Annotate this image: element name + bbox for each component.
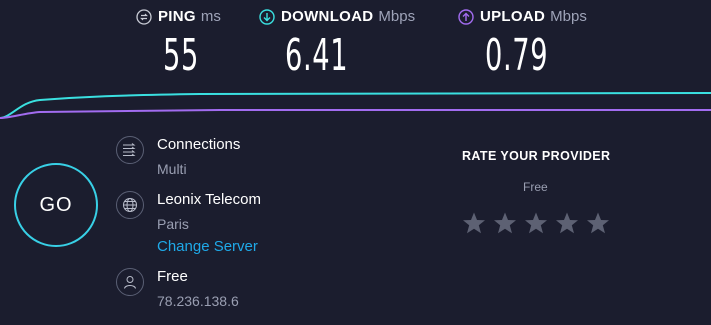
server-location: Paris bbox=[157, 216, 189, 232]
download-header: DOWNLOAD Mbps bbox=[259, 8, 415, 25]
ping-label: PING bbox=[158, 8, 196, 25]
star-icon-3[interactable] bbox=[524, 211, 548, 235]
download-icon bbox=[259, 8, 275, 25]
connections-value: Multi bbox=[157, 161, 187, 177]
upload-header: UPLOAD Mbps bbox=[458, 8, 587, 25]
ip-address: 78.236.138.6 bbox=[157, 293, 239, 309]
connections-title: Connections bbox=[157, 136, 241, 153]
upload-value: 0.79 bbox=[485, 30, 549, 81]
ping-unit: ms bbox=[200, 8, 221, 25]
rate-provider-title: RATE YOUR PROVIDER bbox=[462, 149, 611, 163]
download-graph-line bbox=[0, 92, 711, 119]
speedtest-panel: PING ms 55 DOWNLOAD Mbps 6.41 UPLOAD Mbp… bbox=[0, 0, 711, 325]
isp-name: Free bbox=[157, 268, 188, 285]
ping-icon bbox=[136, 8, 152, 25]
user-icon bbox=[116, 268, 144, 296]
star-icon-1[interactable] bbox=[462, 211, 486, 235]
rate-provider-name: Free bbox=[523, 180, 548, 194]
connections-icon bbox=[116, 136, 144, 164]
upload-icon bbox=[458, 8, 474, 25]
download-value: 6.41 bbox=[285, 30, 349, 81]
globe-icon bbox=[116, 191, 144, 219]
star-rating bbox=[462, 211, 617, 235]
upload-unit: Mbps bbox=[550, 8, 587, 25]
upload-graph-line bbox=[0, 109, 711, 119]
speed-graph bbox=[0, 92, 711, 119]
go-button[interactable]: GO bbox=[14, 163, 98, 247]
change-server-link[interactable]: Change Server bbox=[157, 238, 258, 255]
star-icon-5[interactable] bbox=[586, 211, 610, 235]
ping-header: PING ms bbox=[136, 8, 221, 25]
upload-label: UPLOAD bbox=[480, 8, 546, 25]
star-icon-4[interactable] bbox=[555, 211, 579, 235]
ping-value: 55 bbox=[163, 30, 199, 81]
server-name: Leonix Telecom bbox=[157, 191, 261, 208]
star-icon-2[interactable] bbox=[493, 211, 517, 235]
download-label: DOWNLOAD bbox=[281, 8, 374, 25]
download-unit: Mbps bbox=[378, 8, 416, 25]
